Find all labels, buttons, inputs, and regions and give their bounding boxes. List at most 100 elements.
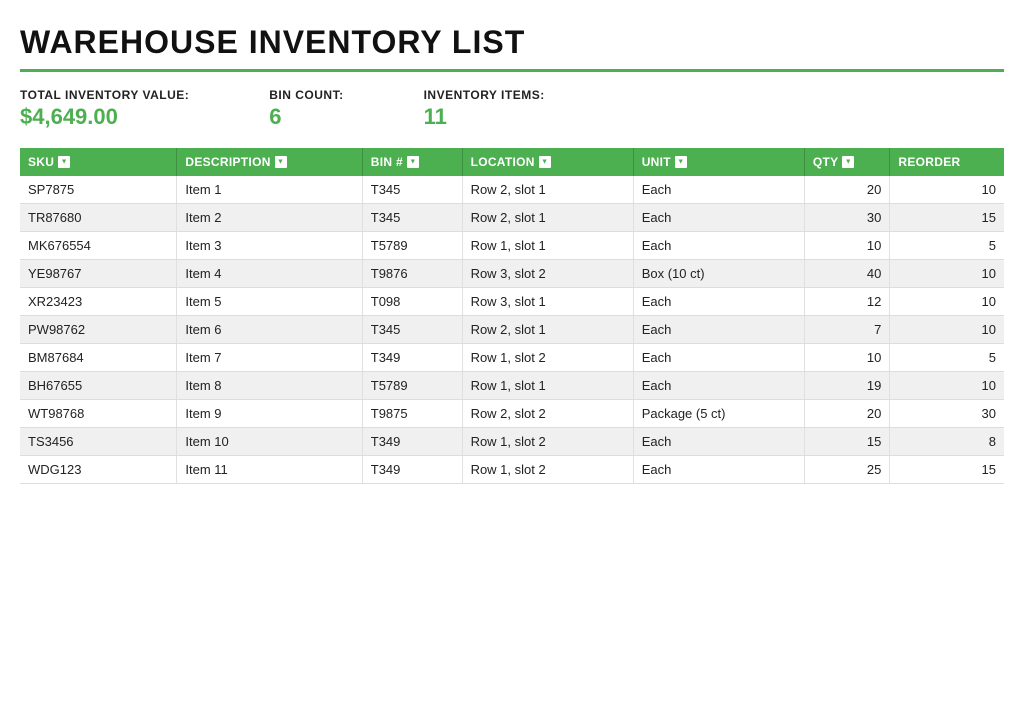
cell-unit-10: Each xyxy=(633,456,804,484)
cell-reorder-4: 10 xyxy=(890,288,1004,316)
cell-qty-10: 25 xyxy=(804,456,890,484)
cell-bin-10: T349 xyxy=(362,456,462,484)
cell-reorder-1: 15 xyxy=(890,204,1004,232)
cell-sku-10: WDG123 xyxy=(20,456,177,484)
cell-qty-8: 20 xyxy=(804,400,890,428)
table-row: TR87680Item 2T345Row 2, slot 1Each3015 xyxy=(20,204,1004,232)
summary-section: TOTAL INVENTORY VALUE: $4,649.00 BIN COU… xyxy=(20,88,1004,130)
cell-sku-9: TS3456 xyxy=(20,428,177,456)
cell-bin-8: T9875 xyxy=(362,400,462,428)
cell-qty-4: 12 xyxy=(804,288,890,316)
cell-sku-5: PW98762 xyxy=(20,316,177,344)
cell-description-8: Item 9 xyxy=(177,400,362,428)
cell-description-2: Item 3 xyxy=(177,232,362,260)
cell-reorder-6: 5 xyxy=(890,344,1004,372)
col-header-label-unit: UNIT xyxy=(642,155,671,169)
cell-bin-1: T345 xyxy=(362,204,462,232)
cell-location-3: Row 3, slot 2 xyxy=(462,260,633,288)
cell-bin-7: T5789 xyxy=(362,372,462,400)
col-header-bin[interactable]: BIN # xyxy=(362,148,462,176)
inventory-items-item: INVENTORY ITEMS: 11 xyxy=(424,88,545,130)
cell-sku-3: YE98767 xyxy=(20,260,177,288)
page-title: WAREHOUSE INVENTORY LIST xyxy=(20,24,1004,61)
cell-unit-2: Each xyxy=(633,232,804,260)
cell-bin-4: T098 xyxy=(362,288,462,316)
cell-sku-6: BM87684 xyxy=(20,344,177,372)
cell-unit-4: Each xyxy=(633,288,804,316)
cell-sku-4: XR23423 xyxy=(20,288,177,316)
cell-qty-7: 19 xyxy=(804,372,890,400)
cell-location-7: Row 1, slot 1 xyxy=(462,372,633,400)
cell-description-3: Item 4 xyxy=(177,260,362,288)
cell-description-1: Item 2 xyxy=(177,204,362,232)
col-header-description[interactable]: DESCRIPTION xyxy=(177,148,362,176)
cell-bin-6: T349 xyxy=(362,344,462,372)
filter-icon-sku[interactable] xyxy=(58,156,70,168)
cell-qty-2: 10 xyxy=(804,232,890,260)
table-row: SP7875Item 1T345Row 2, slot 1Each2010 xyxy=(20,176,1004,204)
cell-bin-0: T345 xyxy=(362,176,462,204)
inventory-items-label: INVENTORY ITEMS: xyxy=(424,88,545,102)
cell-bin-9: T349 xyxy=(362,428,462,456)
cell-unit-6: Each xyxy=(633,344,804,372)
col-header-location[interactable]: LOCATION xyxy=(462,148,633,176)
col-header-sku[interactable]: SKU xyxy=(20,148,177,176)
cell-bin-2: T5789 xyxy=(362,232,462,260)
table-row: XR23423Item 5T098Row 3, slot 1Each1210 xyxy=(20,288,1004,316)
col-header-label-description: DESCRIPTION xyxy=(185,155,270,169)
filter-icon-description[interactable] xyxy=(275,156,287,168)
cell-qty-5: 7 xyxy=(804,316,890,344)
cell-unit-8: Package (5 ct) xyxy=(633,400,804,428)
title-divider xyxy=(20,69,1004,72)
table-row: BM87684Item 7T349Row 1, slot 2Each105 xyxy=(20,344,1004,372)
filter-icon-qty[interactable] xyxy=(842,156,854,168)
table-header-row: SKU DESCRIPTION BIN # LOCATION UNIT QTY REORDE… xyxy=(20,148,1004,176)
cell-sku-2: MK676554 xyxy=(20,232,177,260)
cell-qty-1: 30 xyxy=(804,204,890,232)
cell-reorder-3: 10 xyxy=(890,260,1004,288)
table-row: YE98767Item 4T9876Row 3, slot 2Box (10 c… xyxy=(20,260,1004,288)
table-row: PW98762Item 6T345Row 2, slot 1Each710 xyxy=(20,316,1004,344)
filter-icon-location[interactable] xyxy=(539,156,551,168)
table-body: SP7875Item 1T345Row 2, slot 1Each2010TR8… xyxy=(20,176,1004,484)
cell-sku-1: TR87680 xyxy=(20,204,177,232)
bin-count: 6 xyxy=(269,104,343,130)
cell-qty-3: 40 xyxy=(804,260,890,288)
cell-unit-1: Each xyxy=(633,204,804,232)
total-value: $4,649.00 xyxy=(20,104,189,130)
col-header-label-location: LOCATION xyxy=(471,155,535,169)
cell-description-9: Item 10 xyxy=(177,428,362,456)
filter-icon-bin[interactable] xyxy=(407,156,419,168)
cell-sku-0: SP7875 xyxy=(20,176,177,204)
bin-count-label: BIN COUNT: xyxy=(269,88,343,102)
col-header-label-qty: QTY xyxy=(813,155,839,169)
cell-location-6: Row 1, slot 2 xyxy=(462,344,633,372)
cell-bin-3: T9876 xyxy=(362,260,462,288)
cell-reorder-8: 30 xyxy=(890,400,1004,428)
cell-reorder-2: 5 xyxy=(890,232,1004,260)
table-row: MK676554Item 3T5789Row 1, slot 1Each105 xyxy=(20,232,1004,260)
cell-location-4: Row 3, slot 1 xyxy=(462,288,633,316)
filter-icon-unit[interactable] xyxy=(675,156,687,168)
cell-description-7: Item 8 xyxy=(177,372,362,400)
cell-location-2: Row 1, slot 1 xyxy=(462,232,633,260)
cell-location-9: Row 1, slot 2 xyxy=(462,428,633,456)
cell-unit-7: Each xyxy=(633,372,804,400)
col-header-label-bin: BIN # xyxy=(371,155,403,169)
total-value-label: TOTAL INVENTORY VALUE: xyxy=(20,88,189,102)
inventory-table: SKU DESCRIPTION BIN # LOCATION UNIT QTY REORDE… xyxy=(20,148,1004,484)
col-header-label-reorder: REORDER xyxy=(898,155,960,169)
table-row: BH67655Item 8T5789Row 1, slot 1Each1910 xyxy=(20,372,1004,400)
cell-location-0: Row 2, slot 1 xyxy=(462,176,633,204)
cell-unit-0: Each xyxy=(633,176,804,204)
cell-unit-9: Each xyxy=(633,428,804,456)
cell-reorder-0: 10 xyxy=(890,176,1004,204)
cell-reorder-10: 15 xyxy=(890,456,1004,484)
col-header-unit[interactable]: UNIT xyxy=(633,148,804,176)
cell-bin-5: T345 xyxy=(362,316,462,344)
cell-location-1: Row 2, slot 1 xyxy=(462,204,633,232)
col-header-qty[interactable]: QTY xyxy=(804,148,890,176)
cell-description-0: Item 1 xyxy=(177,176,362,204)
cell-location-10: Row 1, slot 2 xyxy=(462,456,633,484)
col-header-label-sku: SKU xyxy=(28,155,54,169)
